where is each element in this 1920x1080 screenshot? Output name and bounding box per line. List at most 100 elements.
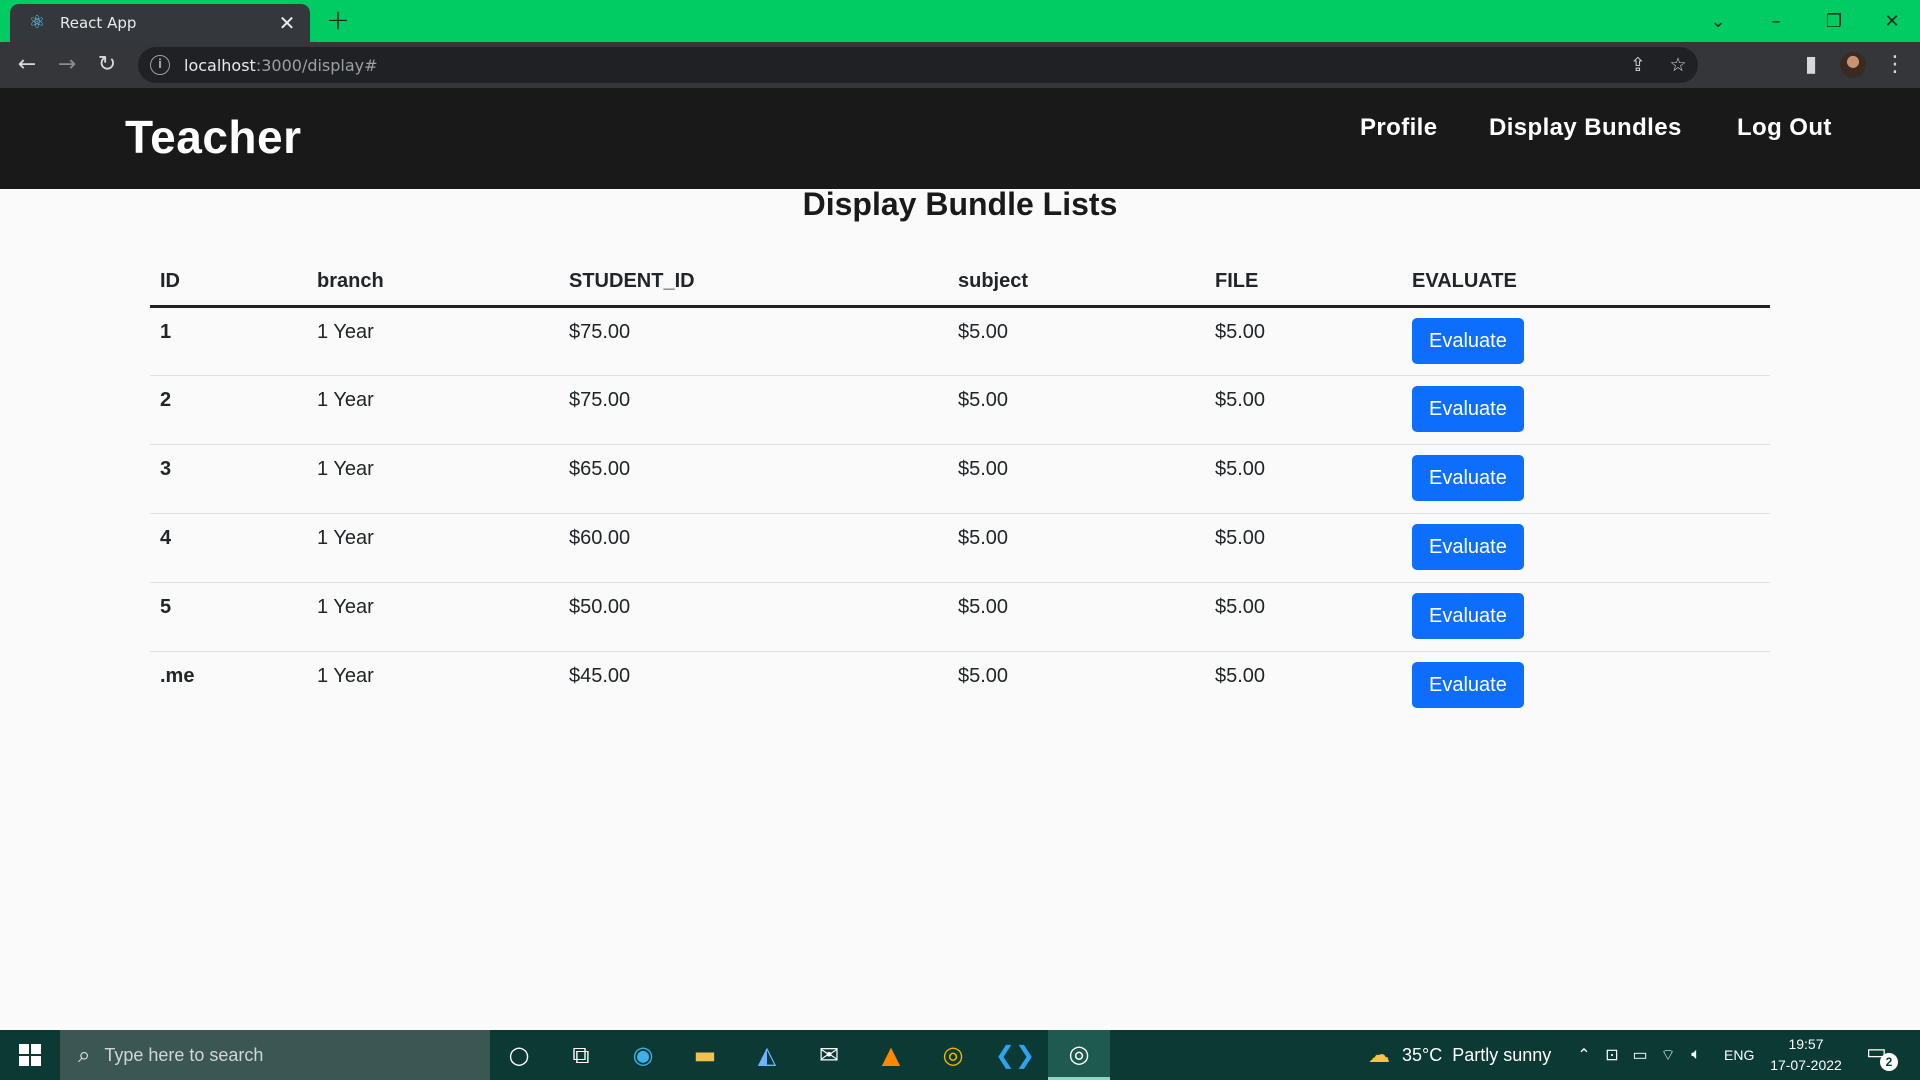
- weather-text: 35°C Partly sunny: [1402, 1044, 1552, 1065]
- cell-subject: $5.00: [948, 306, 1205, 376]
- nav-display-bundles[interactable]: Display Bundles: [1489, 114, 1682, 142]
- evaluate-button[interactable]: Evaluate: [1412, 454, 1524, 501]
- forward-icon[interactable]: →: [52, 50, 82, 80]
- table-row: 5 1 Year $50.00 $5.00 $5.00 Evaluate: [150, 582, 1770, 652]
- col-evaluate: EVALUATE: [1402, 258, 1770, 308]
- share-icon[interactable]: ⇪: [1618, 54, 1658, 76]
- cell-id: 3: [150, 444, 307, 514]
- cell-file: $5.00: [1205, 582, 1402, 652]
- col-id: ID: [150, 258, 307, 308]
- cell-evaluate: Evaluate: [1402, 444, 1770, 514]
- search-placeholder: Type here to search: [104, 1044, 264, 1065]
- wifi-icon[interactable]: ⌔: [1654, 1045, 1682, 1065]
- browser-tabstrip: ⚛ React App ✕ + ⌄ – ❐ ✕: [0, 0, 1920, 42]
- bundle-table: ID branch STUDENT_ID subject FILE EVALUA…: [150, 258, 1770, 720]
- edge-icon[interactable]: ◉: [612, 1030, 674, 1080]
- cell-evaluate: Evaluate: [1402, 513, 1770, 583]
- evaluate-button[interactable]: Evaluate: [1412, 385, 1524, 432]
- cell-student-id: $45.00: [569, 664, 631, 687]
- cell-evaluate: Evaluate: [1402, 306, 1770, 376]
- cell-evaluate: Evaluate: [1402, 651, 1770, 720]
- page-title: Display Bundle Lists: [802, 186, 1118, 222]
- chrome-icon[interactable]: ◎: [922, 1030, 984, 1080]
- menu-kebab-icon[interactable]: ⋮: [1880, 50, 1910, 80]
- reload-icon[interactable]: ↻: [92, 50, 122, 80]
- chevron-up-icon[interactable]: ⌃: [1570, 1045, 1598, 1065]
- taskbar-search[interactable]: ⌕ Type here to search: [60, 1030, 490, 1080]
- store-icon[interactable]: ◭: [736, 1030, 798, 1080]
- weather-widget[interactable]: ☁ 35°C Partly sunny: [1368, 1030, 1551, 1080]
- tab-search-icon[interactable]: ⌄: [1690, 0, 1746, 42]
- battery-icon[interactable]: ▭: [1626, 1045, 1654, 1065]
- brand-logo[interactable]: Teacher: [125, 110, 302, 164]
- cell-evaluate: Evaluate: [1402, 375, 1770, 445]
- partly-sunny-icon: ☁: [1368, 1042, 1390, 1067]
- browser-tab[interactable]: ⚛ React App ✕: [10, 4, 310, 42]
- react-icon: ⚛: [28, 12, 46, 33]
- evaluate-button[interactable]: Evaluate: [1412, 317, 1524, 364]
- search-icon: ⌕: [78, 1042, 91, 1068]
- evaluate-button[interactable]: Evaluate: [1412, 592, 1524, 639]
- cell-student-id: $50.00: [559, 582, 948, 652]
- file-explorer-icon[interactable]: ▬: [674, 1030, 736, 1080]
- table-header-row: ID branch STUDENT_ID subject FILE EVALUA…: [150, 258, 1770, 308]
- task-view-icon[interactable]: ⧉: [550, 1030, 612, 1080]
- app-navbar: Teacher Profile Display Bundles Log Out: [0, 88, 1920, 189]
- cell-student-id: $75.00: [559, 375, 948, 445]
- cell-file: $5.00: [1205, 513, 1402, 583]
- restore-icon[interactable]: ❐: [1806, 0, 1862, 42]
- col-file: FILE: [1205, 258, 1402, 308]
- start-button[interactable]: [0, 1030, 60, 1080]
- close-window-icon[interactable]: ✕: [1864, 0, 1920, 42]
- cell-file: $5.00: [1215, 664, 1266, 687]
- evaluate-button[interactable]: Evaluate: [1412, 523, 1524, 570]
- meet-icon[interactable]: ⊡: [1598, 1045, 1626, 1065]
- nav-profile[interactable]: Profile: [1360, 114, 1437, 142]
- profile-avatar[interactable]: [1840, 52, 1866, 78]
- system-tray: ⌃ ⊡ ▭ ⌔ 🔈︎ ENG: [1570, 1030, 1754, 1080]
- cell-branch: 1 Year: [307, 375, 559, 445]
- site-info-icon[interactable]: i: [150, 55, 170, 75]
- windows-taskbar: ⌕ Type here to search ○ ⧉ ◉ ▬ ◭ ✉ ▲ ◎ ❮❯…: [0, 1030, 1920, 1080]
- cell-subject: $5.00: [948, 444, 1205, 514]
- chrome-active-icon[interactable]: ◎: [1048, 1030, 1110, 1080]
- col-branch: branch: [307, 258, 559, 308]
- notification-count: 2: [1880, 1053, 1898, 1071]
- close-tab-icon[interactable]: ✕: [276, 11, 298, 35]
- volume-icon[interactable]: 🔈︎: [1682, 1046, 1710, 1064]
- cell-id: 1: [150, 306, 307, 376]
- clock[interactable]: 19:57 17-07-2022: [1768, 1034, 1844, 1076]
- cell-id: .me: [160, 664, 195, 687]
- back-icon[interactable]: ←: [12, 50, 42, 80]
- clock-time: 19:57: [1788, 1036, 1824, 1052]
- new-tab-icon[interactable]: +: [324, 6, 352, 35]
- cell-id: 4: [150, 513, 307, 583]
- notification-center-icon[interactable]: ▭ 2: [1866, 1040, 1898, 1071]
- url-text: localhost:3000/display#: [184, 55, 378, 75]
- clock-date: 17-07-2022: [1770, 1057, 1842, 1073]
- cell-branch: 1 Year: [317, 664, 374, 687]
- vlc-icon[interactable]: ▲: [860, 1030, 922, 1080]
- minimize-icon[interactable]: –: [1748, 0, 1804, 42]
- cell-subject: $5.00: [958, 664, 1009, 687]
- cell-branch: 1 Year: [307, 444, 559, 514]
- cortana-icon[interactable]: ○: [488, 1030, 550, 1080]
- address-bar[interactable]: i localhost:3000/display# ⇪ ☆: [138, 47, 1698, 83]
- cell-subject: $5.00: [948, 582, 1205, 652]
- side-panel-icon[interactable]: ▮: [1796, 50, 1826, 80]
- nav-log-out[interactable]: Log Out: [1737, 114, 1832, 142]
- cell-branch: 1 Year: [307, 513, 559, 583]
- cell-student-id: $60.00: [559, 513, 948, 583]
- cell-student-id: $65.00: [559, 444, 948, 514]
- cell-student-id: $75.00: [559, 306, 948, 376]
- cell-subject: $5.00: [948, 513, 1205, 583]
- cell-branch: 1 Year: [307, 582, 559, 652]
- bookmark-star-icon[interactable]: ☆: [1658, 54, 1698, 76]
- language-indicator[interactable]: ENG: [1724, 1047, 1754, 1063]
- evaluate-button[interactable]: Evaluate: [1412, 661, 1524, 708]
- table-row: .me 1 Year $45.00 $5.00 $5.00 Evaluate: [150, 651, 1770, 720]
- table-row: 4 1 Year $60.00 $5.00 $5.00 Evaluate: [150, 513, 1770, 583]
- cell-file: $5.00: [1205, 444, 1402, 514]
- vscode-icon[interactable]: ❮❯: [984, 1030, 1046, 1080]
- mail-icon[interactable]: ✉: [798, 1030, 860, 1080]
